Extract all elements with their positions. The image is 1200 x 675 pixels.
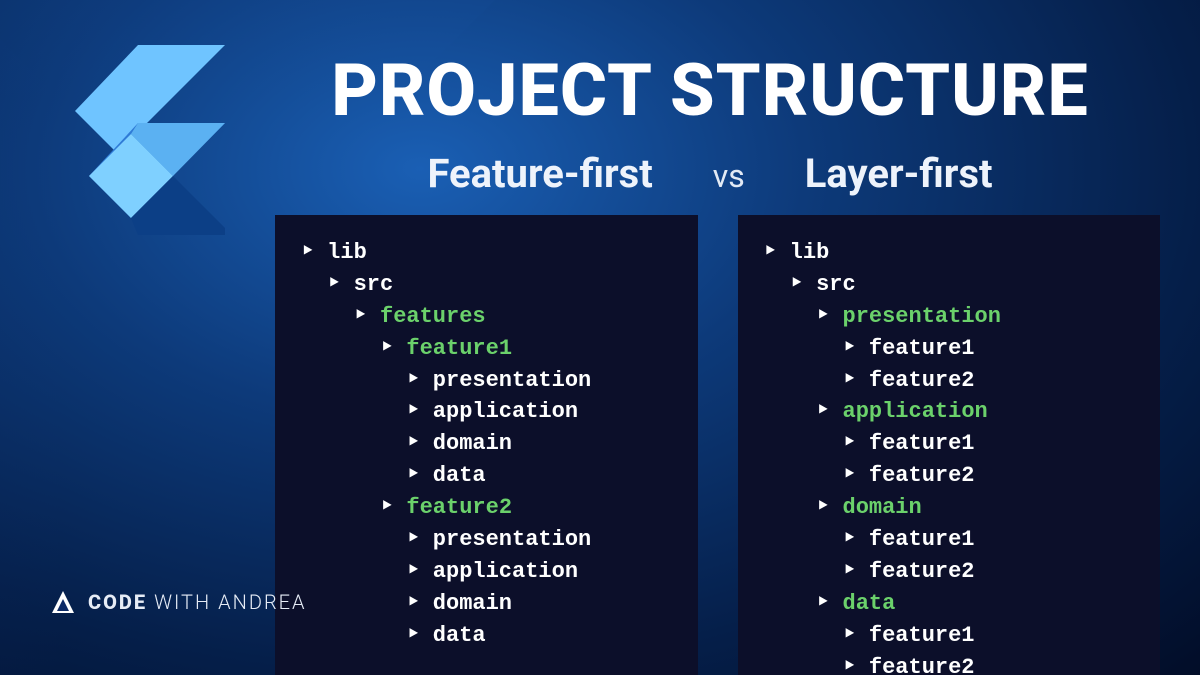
tree-line: ‣ feature2 xyxy=(301,492,672,524)
flutter-logo-icon xyxy=(75,45,225,235)
brand-andrea: ANDREA xyxy=(218,590,306,614)
tree-line: ‣ feature1 xyxy=(764,524,1135,556)
brand-with: WITH xyxy=(154,590,211,614)
subtitle-row: Feature-first vs Layer-first xyxy=(260,150,1160,197)
tree-line: ‣ application xyxy=(301,396,672,428)
tree-line: ‣ domain xyxy=(764,492,1135,524)
subtitle-right: Layer-first xyxy=(805,150,993,197)
tree-line: ‣ feature1 xyxy=(301,333,672,365)
tree-feature-first: ‣ lib ‣ src ‣ features ‣ feature1 ‣ pres… xyxy=(301,237,672,652)
panel-feature-first: ‣ lib ‣ src ‣ features ‣ feature1 ‣ pres… xyxy=(275,215,698,675)
tree-line: ‣ feature1 xyxy=(764,333,1135,365)
tree-line: ‣ lib xyxy=(301,237,672,269)
tree-line: ‣ data xyxy=(764,588,1135,620)
panels-row: ‣ lib ‣ src ‣ features ‣ feature1 ‣ pres… xyxy=(275,215,1160,675)
tree-line: ‣ features xyxy=(301,301,672,333)
tree-line: ‣ src xyxy=(764,269,1135,301)
tree-line: ‣ lib xyxy=(764,237,1135,269)
subtitle-vs: vs xyxy=(713,157,745,195)
tree-line: ‣ feature1 xyxy=(764,620,1135,652)
tree-line: ‣ domain xyxy=(301,428,672,460)
subtitle-left: Feature-first xyxy=(427,150,652,197)
tree-line: ‣ presentation xyxy=(301,524,672,556)
tree-line: ‣ feature2 xyxy=(764,460,1135,492)
tree-line: ‣ domain xyxy=(301,588,672,620)
tree-line: ‣ feature2 xyxy=(764,556,1135,588)
tree-line: ‣ src xyxy=(301,269,672,301)
page-title: PROJECT STRUCTURE xyxy=(260,48,1160,133)
tree-line: ‣ presentation xyxy=(301,365,672,397)
tree-line: ‣ presentation xyxy=(764,301,1135,333)
tree-line: ‣ application xyxy=(301,556,672,588)
branding: CODE WITH ANDREA xyxy=(50,589,307,615)
tree-line: ‣ data xyxy=(301,620,672,652)
tree-line: ‣ data xyxy=(301,460,672,492)
panel-layer-first: ‣ lib ‣ src ‣ presentation ‣ feature1 ‣ … xyxy=(738,215,1161,675)
tree-line: ‣ application xyxy=(764,396,1135,428)
brand-code: CODE xyxy=(88,590,147,614)
tree-layer-first: ‣ lib ‣ src ‣ presentation ‣ feature1 ‣ … xyxy=(764,237,1135,675)
tree-line: ‣ feature1 xyxy=(764,428,1135,460)
tree-line: ‣ feature2 xyxy=(764,365,1135,397)
tree-line: ‣ feature2 xyxy=(764,652,1135,675)
brand-a-icon xyxy=(50,589,76,615)
